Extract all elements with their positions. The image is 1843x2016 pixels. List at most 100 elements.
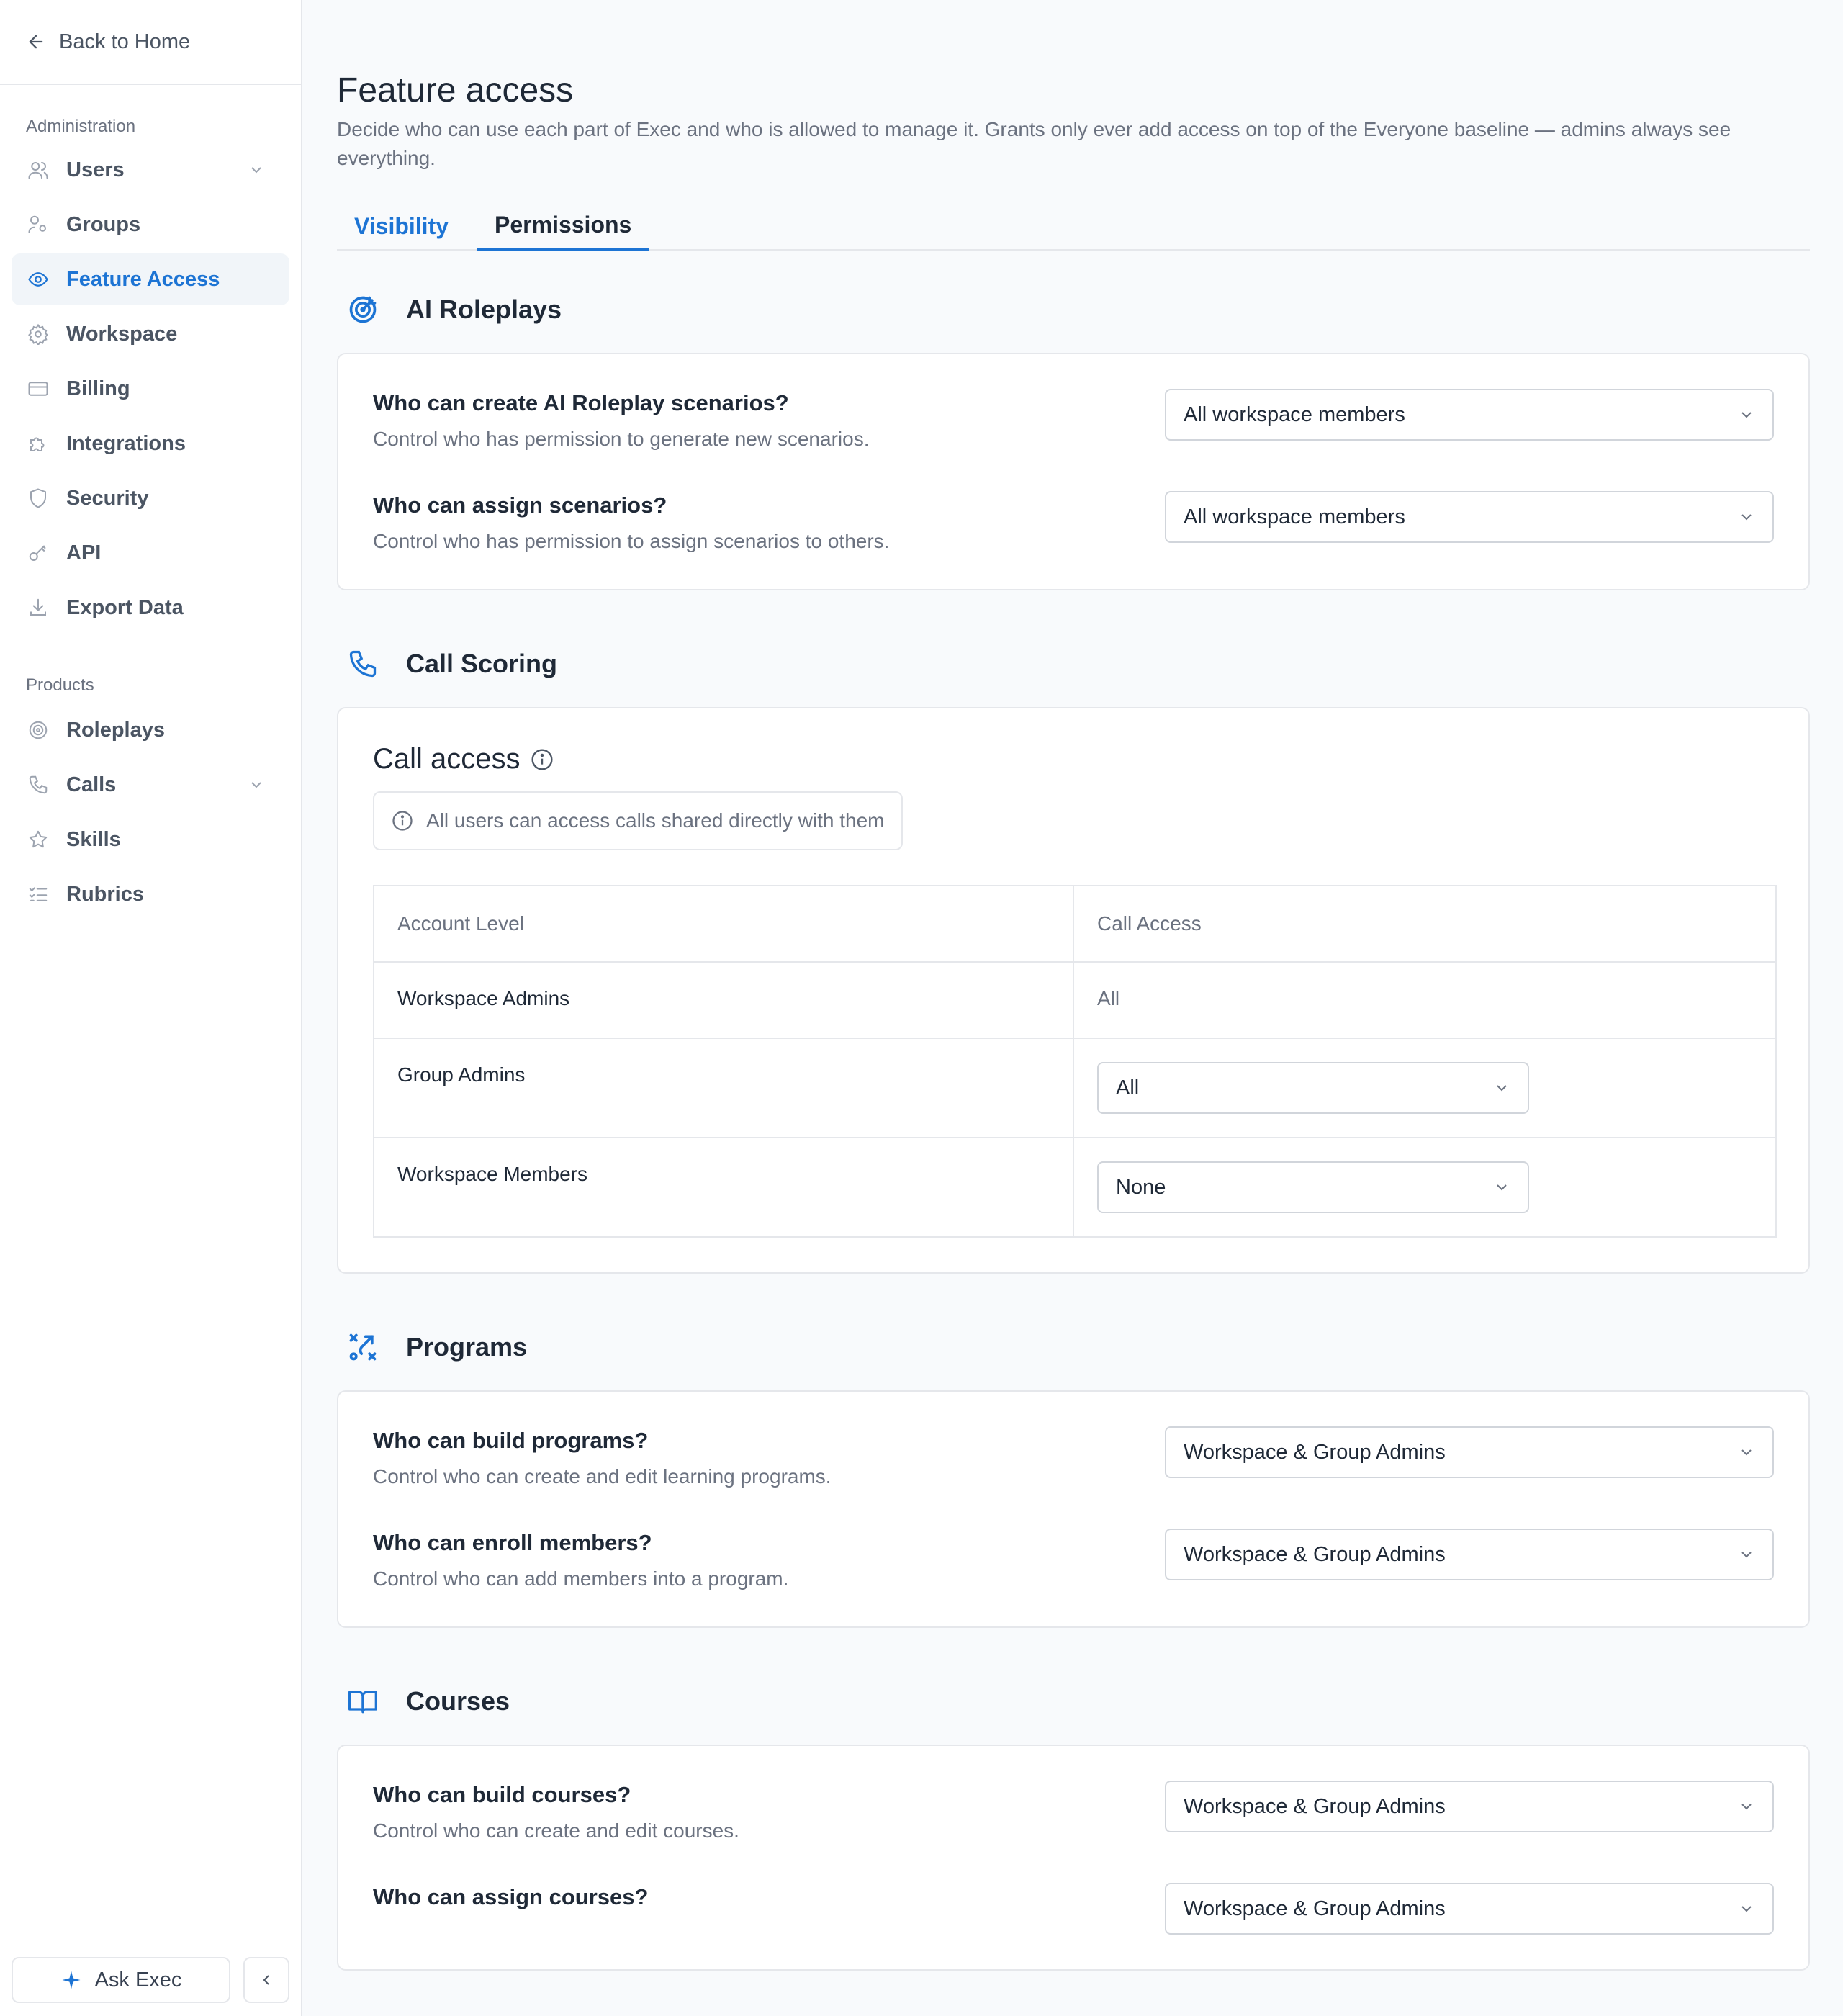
create-scenarios-select[interactable]: All workspace members: [1165, 389, 1774, 441]
select-value: Workspace & Group Admins: [1184, 1794, 1446, 1818]
sidebar-item-label: Feature Access: [66, 267, 220, 291]
sidebar-item-integrations[interactable]: Integrations: [12, 418, 289, 469]
sidebar-item-security[interactable]: Security: [12, 472, 289, 524]
call-scoring-card: Call access All users can access calls s…: [337, 707, 1810, 1274]
assign-scenarios-select[interactable]: All workspace members: [1165, 491, 1774, 543]
info-icon[interactable]: [531, 748, 554, 771]
sidebar-item-users[interactable]: Users: [12, 144, 289, 196]
arrow-left-icon: [29, 35, 43, 49]
gear-icon: [28, 323, 48, 345]
users-icon: [28, 162, 48, 179]
sidebar-item-label: Billing: [66, 377, 130, 400]
chevron-down-icon: [251, 167, 261, 174]
select-value: All workspace members: [1184, 505, 1405, 528]
call-access-cell: None: [1073, 1137, 1777, 1238]
chevron-down-icon: [1741, 1804, 1752, 1810]
sidebar-item-workspace[interactable]: Workspace: [12, 308, 289, 360]
sidebar-item-label: Integrations: [66, 431, 186, 455]
assign-courses-select[interactable]: Workspace & Group Admins: [1165, 1883, 1774, 1935]
puzzle-icon: [30, 437, 45, 451]
sidebar-item-label: Skills: [66, 827, 121, 851]
select-value: Workspace & Group Admins: [1184, 1440, 1446, 1464]
target-icon: [29, 721, 48, 739]
credit-card-icon: [28, 382, 48, 396]
section-header-programs: Programs: [337, 1326, 1808, 1369]
table-header-row: Account Level Call Access: [373, 885, 1777, 963]
permission-description: Control who can add members into a progr…: [373, 1567, 789, 1590]
build-programs-select[interactable]: Workspace & Group Admins: [1165, 1426, 1774, 1478]
enroll-members-select[interactable]: Workspace & Group Admins: [1165, 1529, 1774, 1580]
tab-visibility[interactable]: Visibility: [337, 202, 466, 251]
sidebar-item-calls[interactable]: Calls: [12, 759, 289, 811]
section-title: Programs: [406, 1332, 528, 1362]
sidebar-item-export-data[interactable]: Export Data: [12, 582, 289, 634]
call-access-cell: All: [1073, 961, 1777, 1039]
app-root: Back to Home Administration Users Groups…: [0, 0, 1843, 2016]
select-value: None: [1116, 1175, 1166, 1199]
table-row: Group Admins All: [373, 1038, 1777, 1138]
products-nav: Roleplays Calls Skills Rubrics: [0, 704, 301, 920]
ask-exec-button[interactable]: Ask Exec: [12, 1957, 230, 2003]
phone-icon: [29, 775, 48, 794]
sidebar-item-roleplays[interactable]: Roleplays: [12, 704, 289, 756]
sidebar-item-skills[interactable]: Skills: [12, 814, 289, 865]
group-admins-access-select[interactable]: All: [1097, 1062, 1529, 1114]
sidebar-item-label: Security: [66, 486, 149, 510]
call-access-heading: Call access: [373, 743, 521, 775]
eye-icon: [28, 272, 48, 287]
permission-question: Who can build programs?: [373, 1428, 649, 1453]
permission-row: Who can assign courses? Workspace & Grou…: [373, 1883, 1774, 1935]
workspace-members-access-select[interactable]: None: [1097, 1161, 1529, 1213]
call-access-cell: All: [1073, 1038, 1777, 1138]
account-level-cell: Workspace Admins: [373, 961, 1074, 1039]
route-icon: [349, 1333, 377, 1361]
page-description: Decide who can use each part of Exec and…: [337, 118, 1731, 169]
sidebar-item-label: Rubrics: [66, 882, 144, 906]
permission-row: Who can create AI Roleplay scenarios? Co…: [373, 389, 1774, 452]
chevron-down-icon: [1741, 514, 1752, 521]
back-to-home-label: Back to Home: [59, 30, 191, 53]
section-header-courses: Courses: [337, 1680, 1808, 1723]
target-icon: [349, 296, 377, 323]
select-value: All workspace members: [1184, 402, 1405, 426]
checklist-icon: [29, 887, 48, 901]
sidebar-item-billing[interactable]: Billing: [12, 363, 289, 415]
sidebar-item-groups[interactable]: Groups: [12, 199, 289, 251]
book-open-icon: [348, 1691, 377, 1714]
chevron-down-icon: [1497, 1184, 1507, 1191]
call-access-title: Call access: [373, 743, 1774, 775]
sidebar-item-label: Groups: [66, 212, 141, 236]
select-value: All: [1116, 1076, 1140, 1099]
sidebar-item-label: Roleplays: [66, 718, 165, 742]
select-value: Workspace & Group Admins: [1184, 1896, 1446, 1920]
table-row: Workspace Admins All: [373, 961, 1777, 1039]
main-content: Feature access Decide who can use each p…: [302, 0, 1843, 2016]
tab-permissions[interactable]: Permissions: [477, 202, 649, 251]
sparkle-icon: [62, 1971, 81, 1989]
permission-description: Control who can create and edit learning…: [373, 1465, 832, 1488]
sidebar-item-api[interactable]: API: [12, 527, 289, 579]
ai-roleplays-card: Who can create AI Roleplay scenarios? Co…: [337, 353, 1810, 590]
download-icon: [30, 598, 46, 616]
sidebar-footer: Ask Exec: [12, 1957, 289, 2003]
programs-card: Who can build programs? Control who can …: [337, 1390, 1810, 1628]
permission-row: Who can build programs? Control who can …: [373, 1426, 1774, 1490]
collapse-sidebar-button[interactable]: [243, 1957, 289, 2003]
sidebar-item-label: API: [66, 541, 102, 564]
build-courses-select[interactable]: Workspace & Group Admins: [1165, 1781, 1774, 1832]
sidebar-item-rubrics[interactable]: Rubrics: [12, 868, 289, 920]
permission-text: Who can build programs? Control who can …: [373, 1426, 832, 1490]
sidebar-item-label: Calls: [66, 773, 117, 796]
chevron-down-icon: [1497, 1085, 1507, 1092]
ask-exec-label: Ask Exec: [94, 1968, 182, 1992]
chevron-down-icon: [251, 782, 261, 788]
account-level-cell: Workspace Members: [373, 1137, 1074, 1238]
permission-question: Who can build courses?: [373, 1782, 631, 1807]
shield-icon: [30, 488, 46, 508]
sidebar: Back to Home Administration Users Groups…: [0, 0, 302, 2016]
permission-text: Who can enroll members? Control who can …: [373, 1529, 788, 1592]
sidebar-item-feature-access[interactable]: Feature Access: [12, 253, 289, 305]
permission-text: Who can create AI Roleplay scenarios? Co…: [373, 389, 869, 452]
column-header-account-level: Account Level: [373, 885, 1074, 963]
back-to-home-link[interactable]: Back to Home: [0, 0, 301, 85]
